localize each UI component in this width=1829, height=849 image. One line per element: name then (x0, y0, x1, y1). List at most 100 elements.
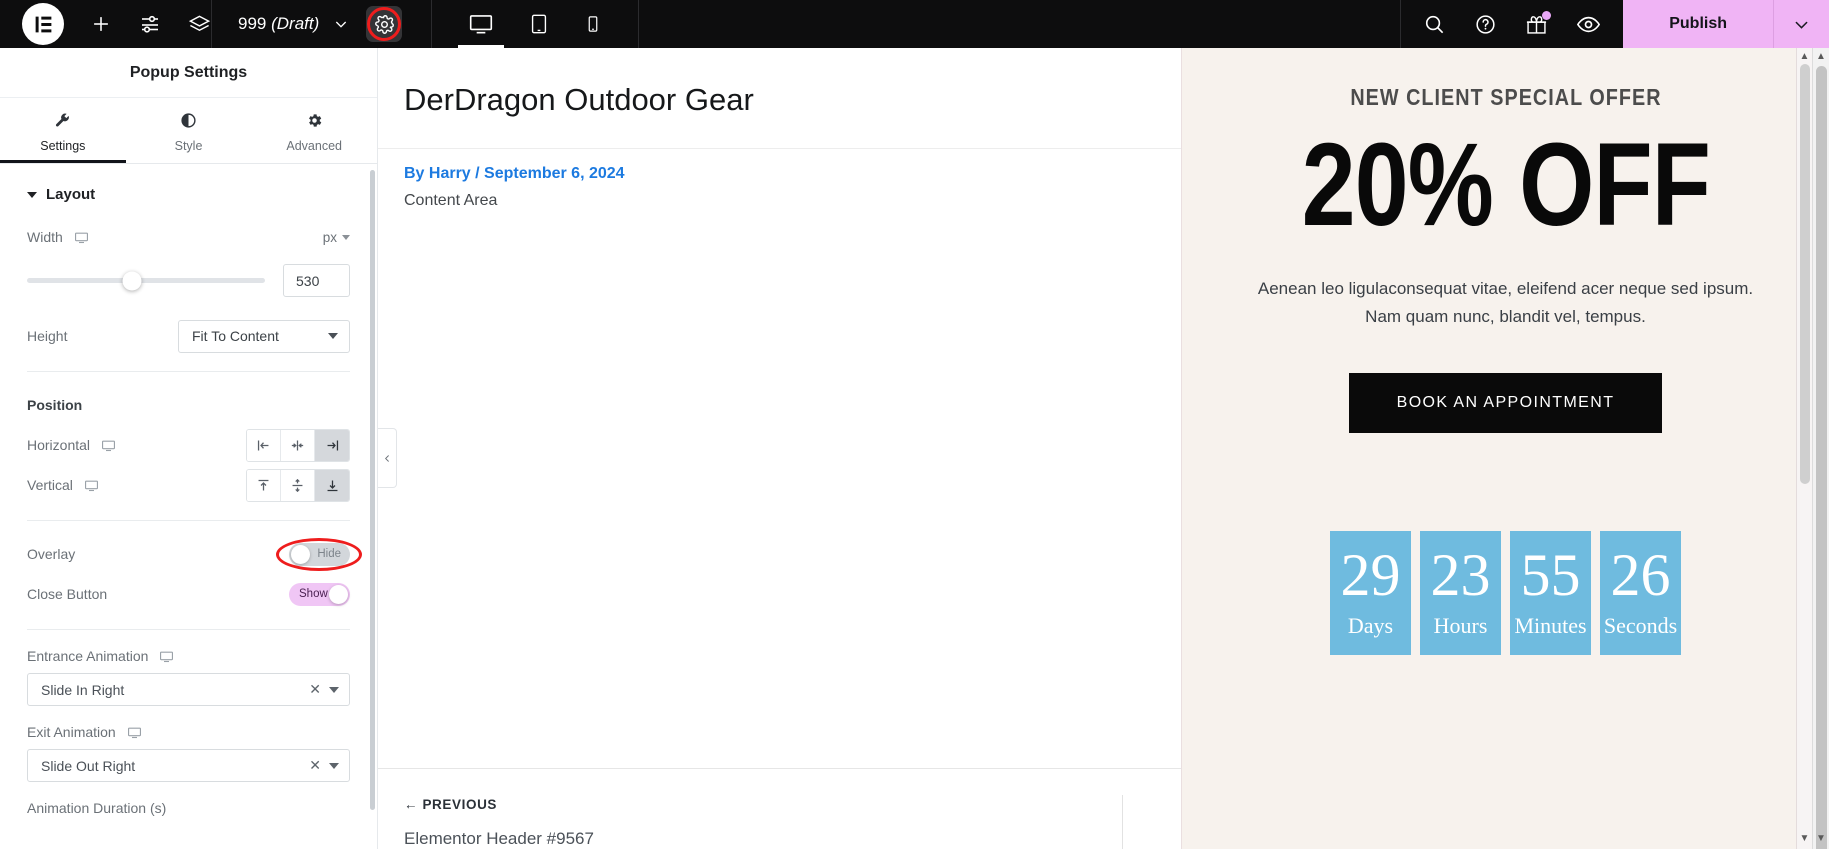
desktop-icon[interactable] (159, 649, 174, 664)
countdown-minutes-value: 55 (1520, 542, 1581, 609)
tab-style[interactable]: Style (126, 98, 252, 163)
previous-post-title[interactable]: Elementor Header #9567 (404, 829, 1155, 849)
align-middle-icon[interactable] (281, 469, 315, 501)
device-mobile-icon[interactable] (584, 0, 602, 48)
close-icon[interactable]: ✕ (309, 681, 321, 698)
countdown-timer: 29 Days 23 Hours 55 Minutes 26 Seconds (1330, 531, 1681, 656)
desktop-icon[interactable] (74, 230, 89, 245)
device-tablet-icon[interactable] (528, 0, 550, 48)
search-icon[interactable] (1423, 13, 1446, 36)
device-desktop-icon[interactable] (458, 0, 505, 48)
document-settings-button[interactable] (366, 6, 403, 42)
gift-icon[interactable] (1525, 10, 1552, 36)
toolbar-right-group (1401, 0, 1623, 48)
chevron-down-icon[interactable] (333, 16, 349, 32)
elementor-logo-icon[interactable] (22, 3, 64, 45)
tab-settings-label: Settings (40, 139, 86, 153)
position-heading: Position (27, 397, 83, 413)
tab-settings[interactable]: Settings (0, 98, 126, 163)
countdown-minutes-label: Minutes (1514, 613, 1587, 639)
caret-down-icon (328, 333, 338, 339)
countdown-seconds-value: 26 (1610, 542, 1671, 609)
overlay-toggle-state: Hide (317, 548, 341, 560)
desktop-icon[interactable] (84, 478, 99, 493)
desktop-icon[interactable] (101, 438, 116, 453)
layers-icon[interactable] (188, 13, 211, 36)
gift-notification-dot (1542, 10, 1552, 20)
countdown-item-seconds: 26 Seconds (1600, 531, 1681, 656)
popup-headline: 20% OFF (1301, 119, 1710, 251)
page-footer-nav: ← PREVIOUS Elementor Header #9567 (378, 768, 1181, 849)
document-title[interactable]: 999 (Draft) (238, 14, 319, 34)
page-title: DerDragon Outdoor Gear (404, 82, 754, 117)
settings-panel: Popup Settings Settings Style Advanced L… (0, 48, 378, 849)
help-icon[interactable] (1474, 13, 1497, 36)
overlay-toggle[interactable]: Hide (289, 542, 350, 566)
wrench-icon (54, 112, 71, 132)
close-button-toggle-state: Show (299, 588, 328, 600)
width-input[interactable]: 530 (283, 264, 350, 297)
outer-scrollbar[interactable]: ▲ ▼ (1812, 48, 1829, 849)
align-center-icon[interactable] (281, 429, 315, 461)
desktop-icon[interactable] (127, 725, 142, 740)
page-preview: DerDragon Outdoor Gear By Harry / Septem… (378, 48, 1181, 849)
publish-button[interactable]: Publish (1623, 0, 1773, 48)
width-row: Width px (27, 220, 350, 254)
plus-icon[interactable] (90, 13, 112, 35)
inner-scrollbar[interactable]: ▲ ▼ (1796, 48, 1812, 849)
caret-down-icon (329, 762, 339, 769)
outer-scrollbar-thumb[interactable] (1815, 66, 1827, 849)
panel-collapse-button[interactable] (378, 428, 397, 488)
align-left-icon[interactable] (247, 429, 281, 461)
publish-options-caret-icon[interactable] (1773, 0, 1829, 48)
book-appointment-button[interactable]: BOOK AN APPOINTMENT (1348, 373, 1663, 434)
section-divider-2 (27, 520, 350, 521)
height-label: Height (27, 328, 68, 344)
width-slider-knob[interactable] (122, 271, 142, 290)
panel-scrollbar[interactable] (370, 170, 375, 810)
close-icon[interactable]: ✕ (309, 757, 321, 774)
popup-preview: NEW CLIENT SPECIAL OFFER 20% OFF Aenean … (1181, 48, 1829, 849)
width-slider-row: 530 (27, 264, 350, 297)
chevron-down-icon[interactable]: ▼ (1800, 830, 1810, 847)
width-slider[interactable] (27, 271, 265, 290)
width-label: Width (27, 229, 63, 245)
sliders-icon[interactable] (138, 12, 162, 36)
height-select[interactable]: Fit To Content (178, 319, 350, 353)
align-top-icon[interactable] (247, 469, 281, 501)
chevron-up-icon[interactable]: ▲ (1800, 48, 1810, 65)
countdown-seconds-label: Seconds (1603, 613, 1678, 639)
width-label-group: Width (27, 229, 89, 245)
preview-eye-icon[interactable] (1576, 12, 1601, 37)
inner-scrollbar-thumb[interactable] (1799, 64, 1810, 484)
align-right-icon[interactable] (315, 429, 349, 461)
previous-link-label[interactable]: ← PREVIOUS (404, 797, 1155, 812)
caret-down-icon (27, 191, 37, 198)
contrast-circle-icon (180, 112, 197, 132)
overlay-row: Overlay Hide (27, 537, 362, 571)
countdown-item-minutes: 55 Minutes (1510, 531, 1591, 656)
layout-section-title: Layout (46, 186, 96, 203)
chevron-up-icon[interactable]: ▲ (1816, 48, 1826, 65)
entrance-animation-value: Slide In Right (41, 681, 125, 698)
page-spacer (378, 210, 1181, 768)
chevron-down-icon[interactable]: ▼ (1816, 830, 1826, 847)
entrance-animation-select[interactable]: Slide In Right ✕ (27, 673, 350, 706)
tab-advanced[interactable]: Advanced (251, 98, 377, 163)
width-unit-value: px (322, 229, 337, 245)
caret-down-icon (329, 686, 339, 693)
exit-animation-label: Exit Animation (27, 724, 116, 740)
vertical-label: Vertical (27, 477, 73, 493)
page-meta: By Harry / September 6, 2024 Content Are… (378, 149, 1181, 210)
height-value: Fit To Content (192, 328, 279, 344)
close-button-toggle[interactable]: Show (289, 582, 350, 606)
device-mode-switcher (432, 0, 638, 48)
exit-animation-select[interactable]: Slide Out Right ✕ (27, 749, 350, 782)
page-byline[interactable]: By Harry / September 6, 2024 (404, 165, 1155, 183)
width-unit-select[interactable]: px (323, 230, 350, 245)
elementor-editor: 999 (Draft) Publish Popup Settings Setti… (0, 0, 1829, 849)
countdown-days-label: Days (1347, 613, 1394, 639)
layout-section-header[interactable]: Layout (27, 164, 350, 220)
vertical-align-group (246, 468, 350, 502)
align-bottom-icon[interactable] (315, 469, 349, 501)
